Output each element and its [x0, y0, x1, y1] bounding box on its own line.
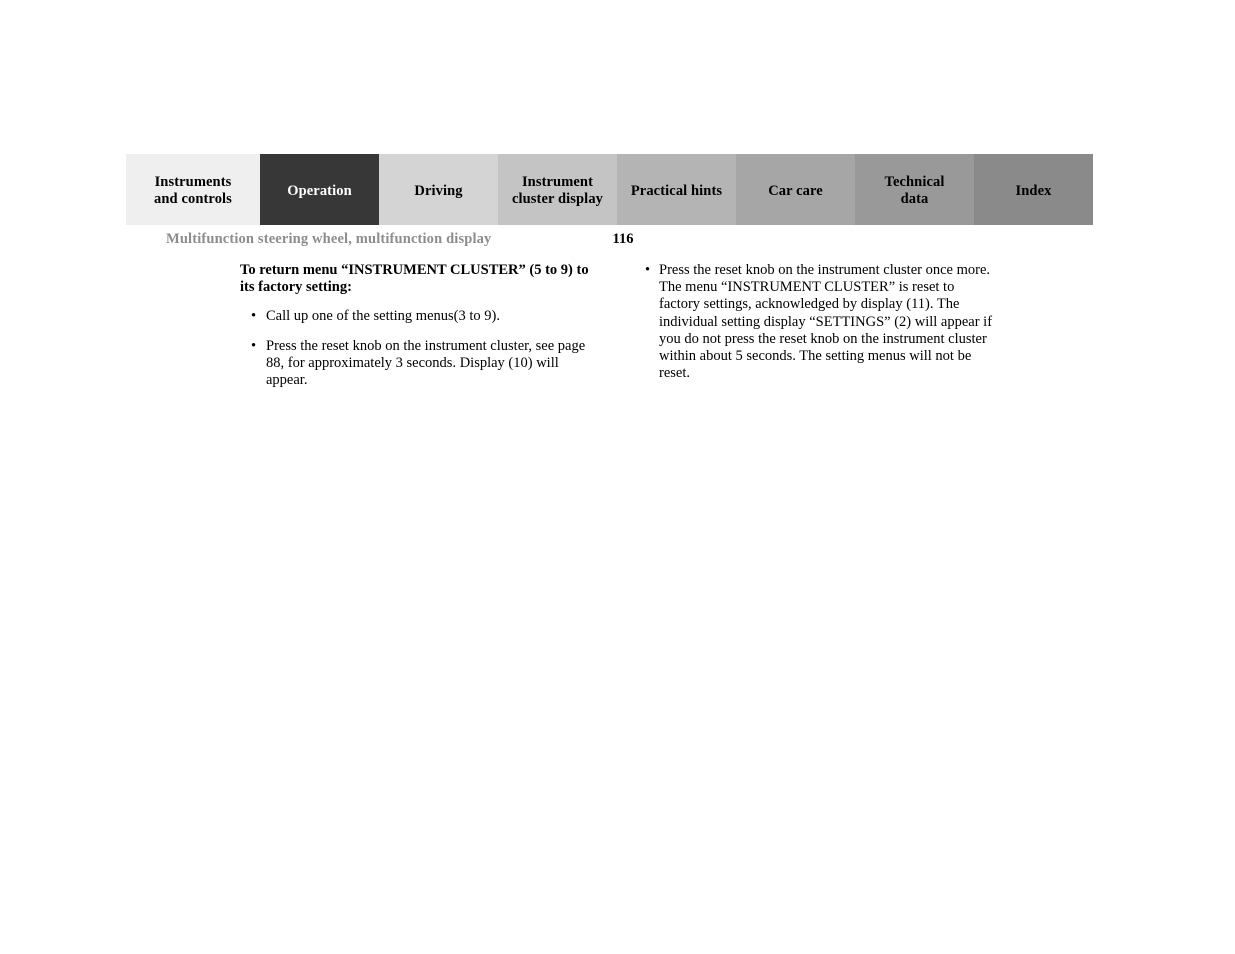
tab-technical-data[interactable]: Technical data	[855, 154, 974, 225]
tab-label: Instruments and controls	[154, 174, 232, 208]
right-column: • Press the reset knob on the instrument …	[644, 262, 996, 382]
tab-index[interactable]: Index	[974, 154, 1093, 225]
running-header-title: Multifunction steering wheel, multifunct…	[166, 231, 492, 247]
section-heading: To return menu “INSTRUMENT CLUSTER” (5 t…	[240, 262, 589, 296]
tab-label: Car care	[768, 183, 823, 200]
tab-practical-hints[interactable]: Practical hints	[617, 154, 736, 225]
tab-label-line: data	[900, 191, 929, 207]
tab-label: Practical hints	[631, 183, 722, 200]
bullet-item: • Press the reset knob on the instrument …	[240, 338, 598, 390]
bullet-text: Press the reset knob on the instrument c…	[659, 262, 993, 382]
tab-label: Operation	[287, 183, 352, 200]
tab-label-line: Car care	[768, 182, 823, 199]
tab-instrument-cluster-display[interactable]: Instrument cluster display	[498, 154, 617, 225]
bullet-text: Call up one of the setting menus(3 to 9)…	[266, 308, 500, 325]
running-header: Multifunction steering wheel, multifunct…	[166, 231, 1108, 251]
tab-label-line: and controls	[154, 191, 232, 207]
bullet-item: • Call up one of the setting menus(3 to 9…	[240, 308, 598, 325]
bullet-marker-icon: •	[251, 337, 257, 354]
tab-label: Technical data	[885, 174, 945, 208]
left-column: To return menu “INSTRUMENT CLUSTER” (5 t…	[240, 262, 598, 389]
bullet-marker-icon: •	[251, 308, 257, 325]
tab-label-line: Technical	[884, 174, 945, 190]
chapter-tab-strip: Instruments and controls Operation Driving I…	[126, 154, 1108, 225]
right-bullet-list: • Press the reset knob on the instrument …	[644, 262, 996, 382]
tab-label-line: Driving	[414, 182, 463, 199]
tab-car-care[interactable]: Car care	[736, 154, 855, 225]
bullet-marker-icon: •	[645, 262, 651, 278]
bullet-item: • Press the reset knob on the instrument …	[644, 262, 996, 382]
tab-instruments-and-controls[interactable]: Instruments and controls	[126, 154, 260, 225]
page-number: 116	[612, 231, 634, 247]
left-bullet-list: • Call up one of the setting menus(3 to 9…	[240, 308, 598, 389]
tab-label-line: Practical hints	[630, 182, 723, 199]
tab-label: Driving	[414, 183, 462, 200]
tab-label-line: Operation	[287, 182, 352, 199]
tab-operation[interactable]: Operation	[260, 154, 379, 225]
tab-driving[interactable]: Driving	[379, 154, 498, 225]
tab-label: Index	[1016, 183, 1052, 200]
tab-label-line: Index	[1015, 182, 1052, 199]
tab-label-line: cluster display	[511, 191, 604, 207]
tab-label-line: Instrument	[521, 174, 594, 190]
tab-label-line: Instruments	[154, 174, 232, 190]
tab-label: Instrument cluster display	[512, 174, 603, 208]
bullet-text: Press the reset knob on the instrument c…	[266, 337, 586, 389]
